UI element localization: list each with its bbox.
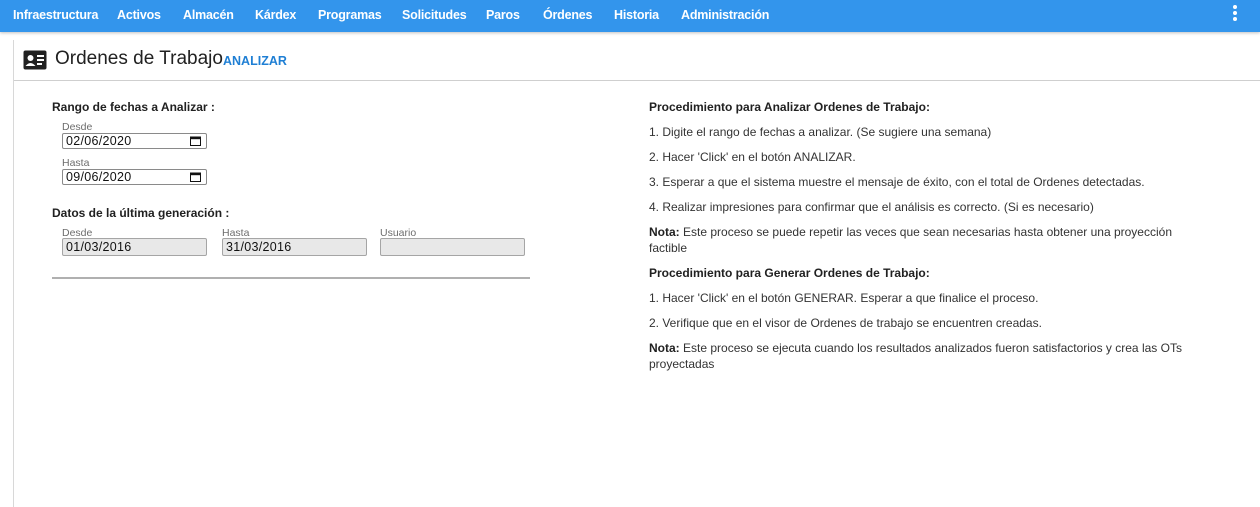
calendar-icon[interactable] [190,136,201,146]
hasta-label: Hasta [62,157,90,169]
hasta-date-input[interactable]: 09/06/2020 [62,169,207,185]
nav-item-kardex[interactable]: Kárdex [255,0,296,30]
nav-item-almacen[interactable]: Almacén [183,0,234,30]
analyze-step-1: 1. Digite el rango de fechas a analizar.… [649,125,992,139]
nav-item-infraestructura[interactable]: Infraestructura [13,0,98,30]
nav-item-programas[interactable]: Programas [318,0,382,30]
hasta-date-value: 09/06/2020 [66,170,132,184]
top-nav-bar: Infraestructura Activos Almacén Kárdex P… [0,0,1260,32]
last-desde-field: 01/03/2016 [62,238,207,256]
desde-date-value: 02/06/2020 [66,134,132,148]
analyze-proc-title: Procedimiento para Analizar Ordenes de T… [649,100,930,114]
usuario-field [380,238,525,256]
range-title: Rango de fechas a Analizar : [52,100,215,114]
generate-step-2: 2. Verifique que en el visor de Ordenes … [649,316,1042,330]
analizar-button[interactable]: ANALIZAR [223,54,287,68]
page-card: Ordenes de Trabajo ANALIZAR Rango de fec… [13,40,1260,507]
analyze-note-text: Este proceso se puede repetir las veces … [649,225,1172,255]
last-hasta-field: 31/03/2016 [222,238,367,256]
generate-note-text: Este proceso se ejecuta cuando los resul… [649,341,1182,371]
nav-item-administracion[interactable]: Administración [681,0,769,30]
generate-step-1: 1. Hacer 'Click' en el botón GENERAR. Es… [649,291,1039,305]
id-card-icon [23,50,47,70]
nav-item-solicitudes[interactable]: Solicitudes [402,0,467,30]
generate-note: Nota: Este proceso se ejecuta cuando los… [649,340,1209,372]
page-header: Ordenes de Trabajo ANALIZAR [14,40,1260,81]
nav-item-ordenes[interactable]: Órdenes [543,0,593,30]
last-gen-title: Datos de la última generación : [52,206,230,220]
nav-item-activos[interactable]: Activos [117,0,161,30]
nav-item-paros[interactable]: Paros [486,0,520,30]
analyze-step-4: 4. Realizar impresiones para confirmar q… [649,200,1094,214]
calendar-icon[interactable] [190,172,201,182]
generate-proc-title: Procedimiento para Generar Ordenes de Tr… [649,266,930,280]
analyze-step-2: 2. Hacer 'Click' en el botón ANALIZAR. [649,150,856,164]
generate-note-label: Nota: [649,341,680,355]
analyze-note: Nota: Este proceso se puede repetir las … [649,224,1209,256]
desde-date-input[interactable]: 02/06/2020 [62,133,207,149]
kebab-menu-icon[interactable] [1228,4,1242,24]
last-desde-value: 01/03/2016 [66,240,132,254]
section-divider [52,277,530,279]
page-title: Ordenes de Trabajo [55,48,223,69]
analyze-note-label: Nota: [649,225,680,239]
analyze-step-3: 3. Esperar a que el sistema muestre el m… [649,175,1145,189]
nav-item-historia[interactable]: Historia [614,0,659,30]
desde-label: Desde [62,121,93,133]
last-hasta-value: 31/03/2016 [226,240,292,254]
